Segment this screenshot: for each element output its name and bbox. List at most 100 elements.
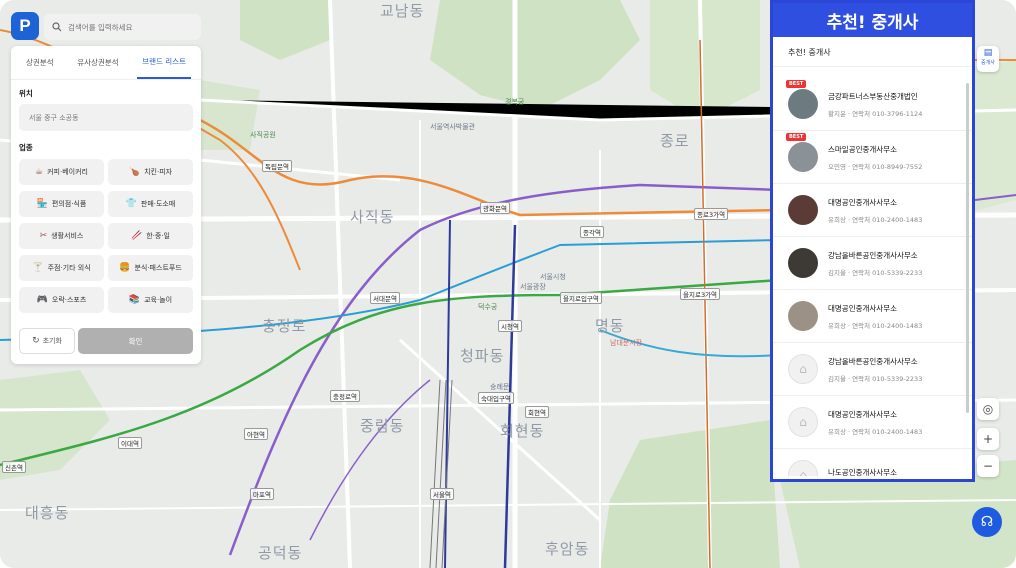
map-place-label: 경복궁 [505,98,525,106]
map-station-label[interactable]: 회현역 [525,406,549,418]
search-bar[interactable] [44,14,201,40]
agent-photo-placeholder: ⌂ [788,460,818,476]
category-label-text: 커피·베이커리 [47,168,88,176]
map-district-label: 중림동 [360,417,405,435]
map-station-label[interactable]: 시청역 [498,320,522,332]
location-field[interactable]: 서울 중구 소공동 [19,104,193,131]
map-station-label[interactable]: 아현역 [244,428,268,440]
map-station-label[interactable]: 충정로역 [330,390,360,402]
category-label-text: 판매·도소매 [140,200,176,208]
agent-name: 강남올바른공인중개사사무소 [828,250,918,260]
map-station-label[interactable]: 독립문역 [262,160,292,172]
agent-contact: 김지율 · 연락처 010-5339-2233 [828,374,923,383]
agent-contact: 유희상 · 연락처 010-2400-1483 [828,215,923,224]
category-living-service[interactable]: ✂ 생활서비스 [19,223,104,249]
tab-similar-market-analysis[interactable]: 유사상권분석 [72,47,123,78]
store-icon: 🏪 [36,199,48,209]
map-place-label: 덕수궁 [478,303,498,311]
recommend-header: 추천! 중개사 [773,3,972,37]
map-station-label[interactable]: 을지로3가역 [680,288,721,300]
map-district-label: 종로 [660,132,690,150]
category-label-text: 오락·스포츠 [51,296,87,304]
map-station-label[interactable]: 광화문역 [480,202,510,214]
locate-me-button[interactable]: ◎ [977,398,999,420]
logo-letter: P [19,16,31,35]
search-icon [52,22,62,32]
map-station-label[interactable]: 이대역 [118,437,142,449]
category-chicken-pizza[interactable]: 🍗 치킨·피자 [108,159,193,185]
reset-label: 초기화 [42,337,62,345]
recommend-agent-panel: 추천! 중개사 추천! 중개사 BEST 금강파트너스부동산중개법인 황지윤 · … [770,0,975,482]
scissors-icon: ✂ [39,231,48,241]
map-district-label: 교남동 [380,2,425,20]
agent-contact: 김지율 · 연락처 010-5339-2233 [828,268,923,277]
agent-photo: BEST [786,133,818,172]
map-station-label[interactable]: 마포역 [250,488,274,500]
chicken-icon: 🍗 [128,167,141,177]
map-district-label: 대흥동 [25,504,70,522]
agent-toggle-button[interactable]: ▤ 중개사 [977,46,999,72]
agent-name: 나도공인중개사사무소 [828,467,897,477]
agent-contact: 유희상 · 연락처 010-2400-1483 [828,321,923,330]
category-snack-fastfood[interactable]: 🍔 분식·패스트푸드 [108,255,193,281]
analysis-panel: 상권분석 유사상권분석 브랜드 리스트 위치 서울 중구 소공동 업종 ☕ 커피·… [11,46,201,364]
tab-brand-list[interactable]: 브랜드 리스트 [137,46,191,79]
best-badge: BEST [786,80,807,88]
reset-button[interactable]: ↻ 초기화 [19,328,75,354]
map-district-label: 청파동 [460,347,505,365]
agent-name: 강남올바른공인중개사사무소 [828,356,918,366]
agent-item[interactable]: BEST 스마일공인중개사무소 오민영 · 연락처 010-8949-7552 [773,131,972,184]
category-convenience-food[interactable]: 🏪 편의점·식품 [19,191,104,217]
agent-item[interactable]: 대명공인중개사사무소 유희상 · 연락처 010-2400-1483 [773,290,972,343]
zoom-out-button[interactable]: − [977,455,999,477]
map-place-label: 서울광장 [520,283,546,291]
category-bar-other-dining[interactable]: 🍸 주점·기타 외식 [19,255,104,281]
map-place-label: 서울시청 [540,273,566,281]
app-logo[interactable]: P [11,12,39,40]
map-place-label: 사직공원 [250,131,276,139]
cocktail-icon: 🍸 [32,263,44,273]
confirm-button[interactable]: 확인 [78,328,193,354]
category-retail-wholesale[interactable]: 👕 판매·도소매 [108,191,193,217]
game-icon: 🎮 [36,295,48,305]
map-station-label[interactable]: 서울역 [430,488,454,500]
category-education-play[interactable]: 📚 교육·놀이 [108,287,193,313]
map-district-label: 후암동 [545,540,590,558]
category-label-text: 생활서비스 [51,232,84,240]
category-coffee-bakery[interactable]: ☕ 커피·베이커리 [19,159,104,185]
map-district-label: 충정로 [262,317,307,335]
tab-market-analysis[interactable]: 상권분석 [21,47,59,78]
map-station-label[interactable]: 종각역 [580,226,604,238]
agent-contact: 황지윤 · 연락처 010-3796-1124 [828,109,923,118]
burger-icon: 🍔 [119,263,131,273]
tab-bar: 상권분석 유사상권분석 브랜드 리스트 [11,46,201,80]
home-icon: ⌂ [799,415,807,429]
book-icon: 📚 [128,295,141,305]
map-station-label[interactable]: 서대문역 [370,292,400,304]
agent-list-scrollbar[interactable] [966,83,969,413]
agent-item[interactable]: 강남올바른공인중개사사무소김지율 · 연락처 010-5339-2233 [773,237,972,290]
map-station-label[interactable]: 숙대입구역 [478,392,514,404]
zoom-in-button[interactable]: + [977,428,999,450]
customer-support-button[interactable]: ☊ [972,507,1002,537]
agent-photo [788,248,818,278]
reset-icon: ↻ [32,336,40,346]
agent-item[interactable]: ⌂ 강남올바른공인중개사사무소 김지율 · 연락처 010-5339-2233 [773,343,972,396]
agent-item[interactable]: 대명공인중개사사무소 유희상 · 연락처 010-2400-1483 [773,184,972,237]
category-label-text: 한·중·일 [146,232,170,240]
agent-item[interactable]: ⌂ 대명공인중개사사무소 유희상 · 연락처 010-2400-1483 [773,396,972,449]
category-entertainment-sports[interactable]: 🎮 오락·스포츠 [19,287,104,313]
agent-item[interactable]: BEST 금강파트너스부동산중개법인 황지윤 · 연락처 010-3796-112… [773,78,972,131]
recommend-subtitle: 추천! 중개사 [773,37,972,67]
map-place-label: 서울역사박물관 [430,123,476,131]
target-icon: ◎ [982,402,994,416]
map-station-label[interactable]: 종로3가역 [694,208,729,220]
category-korean-chinese-japanese[interactable]: 🥢 한·중·일 [108,223,193,249]
agent-list[interactable]: BEST 금강파트너스부동산중개법인 황지윤 · 연락처 010-3796-112… [773,78,972,476]
search-input[interactable] [68,22,198,32]
map-station-label[interactable]: 을지로입구역 [560,292,602,304]
map-station-label[interactable]: 신촌역 [2,461,26,473]
category-label-text: 치킨·피자 [144,168,173,176]
app-window: 교남동 사직동 종로 충정로 회현동 후암동 명동 중림동 청파동 공덕동 대흥… [0,0,1016,568]
agent-item[interactable]: ⌂ 나도공인중개사사무소 [773,449,972,476]
